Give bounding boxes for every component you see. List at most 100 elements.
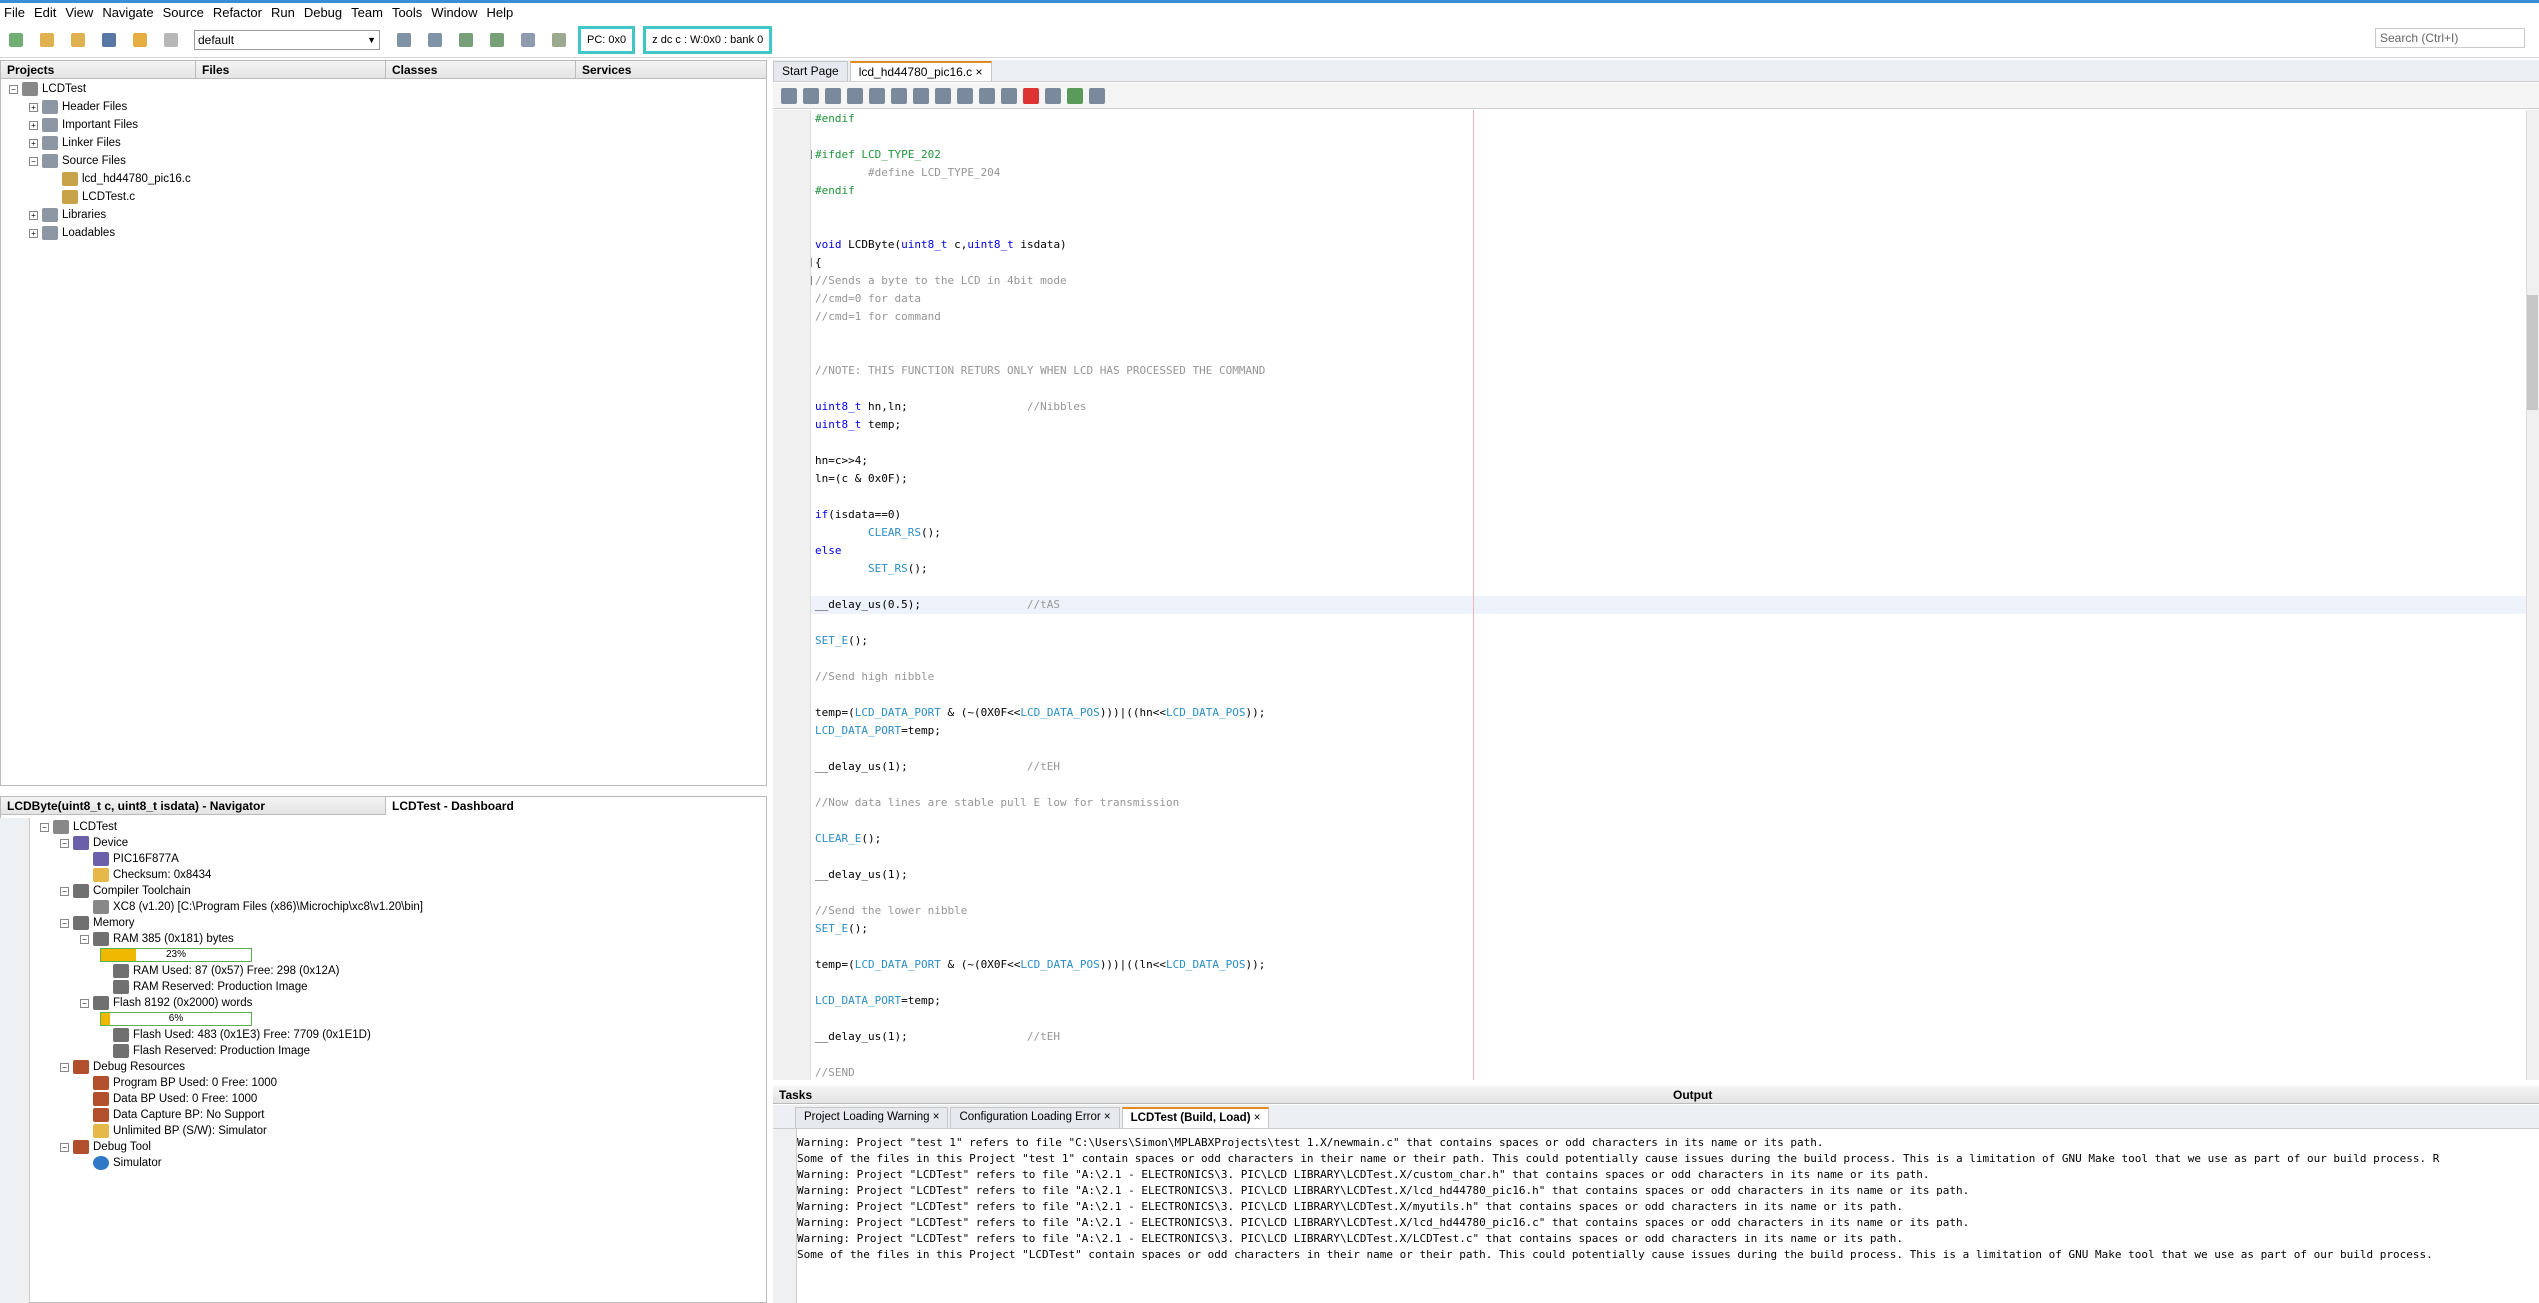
collapse-icon[interactable]: − bbox=[60, 1062, 69, 1072]
search-input[interactable]: Search (Ctrl+I) bbox=[2375, 28, 2525, 48]
code-line[interactable]: 77#endif bbox=[811, 182, 2526, 200]
output-tab[interactable]: Configuration Loading Error × bbox=[950, 1107, 1120, 1128]
output-title[interactable]: Output bbox=[1673, 1088, 1712, 1102]
find-icon[interactable] bbox=[869, 87, 885, 104]
output-tab[interactable]: Project Loading Warning × bbox=[795, 1107, 949, 1128]
fold-icon[interactable]: − bbox=[811, 258, 812, 267]
code-line[interactable]: 99 bbox=[811, 578, 2526, 596]
code-line[interactable]: 105 bbox=[811, 686, 2526, 704]
undo-icon[interactable] bbox=[128, 28, 152, 52]
save-all-icon[interactable] bbox=[97, 28, 121, 52]
code-line[interactable]: 110 bbox=[811, 776, 2526, 794]
comment-icon[interactable] bbox=[1067, 87, 1083, 104]
tab-files[interactable]: Files bbox=[196, 60, 386, 79]
new-project-icon[interactable] bbox=[35, 28, 59, 52]
code-line[interactable]: 92hn=c>>4; bbox=[811, 452, 2526, 470]
tab-lcd-source[interactable]: lcd_hd44780_pic16.c × bbox=[849, 61, 992, 81]
code-line[interactable]: 117//Send the lower nibble bbox=[811, 902, 2526, 920]
record-macro-icon[interactable] bbox=[1023, 87, 1039, 104]
tab-projects[interactable]: Projects bbox=[1, 60, 196, 79]
tree-node[interactable]: + Libraries bbox=[29, 206, 106, 224]
menu-refactor[interactable]: Refactor bbox=[213, 5, 262, 20]
code-line[interactable]: 120temp=(LCD_DATA_PORT & (~(0X0F<<LCD_DA… bbox=[811, 956, 2526, 974]
code-line[interactable]: 125 bbox=[811, 1046, 2526, 1064]
bookmark-icon[interactable] bbox=[957, 87, 973, 104]
code-line[interactable]: 114 bbox=[811, 848, 2526, 866]
find-prev-icon[interactable] bbox=[891, 87, 907, 104]
code-line[interactable]: 94 bbox=[811, 488, 2526, 506]
code-line[interactable]: 124__delay_us(1); //tEH bbox=[811, 1028, 2526, 1046]
editor-scrollbar[interactable] bbox=[2526, 110, 2539, 1080]
menu-view[interactable]: View bbox=[65, 5, 93, 20]
code-line[interactable]: 88 bbox=[811, 380, 2526, 398]
tab-navigator[interactable]: LCDByte(uint8_t c, uint8_t isdata) - Nav… bbox=[1, 796, 386, 815]
code-line[interactable]: 86 bbox=[811, 344, 2526, 362]
tab-start-page[interactable]: Start Page bbox=[773, 61, 848, 81]
close-icon[interactable]: × bbox=[1251, 1112, 1261, 1124]
code-line[interactable]: 90uint8_t temp; bbox=[811, 416, 2526, 434]
menu-edit[interactable]: Edit bbox=[34, 5, 56, 20]
tree-node[interactable]: + Header Files bbox=[29, 98, 127, 116]
expand-icon[interactable]: + bbox=[29, 102, 38, 112]
open-project-icon[interactable] bbox=[66, 28, 90, 52]
build-icon[interactable] bbox=[392, 28, 416, 52]
code-line[interactable]: 118SET_E(); bbox=[811, 920, 2526, 938]
code-line[interactable]: 102SET_E(); bbox=[811, 632, 2526, 650]
output-console[interactable]: Warning: Project "test 1" refers to file… bbox=[797, 1135, 2537, 1303]
tasks-title[interactable]: Tasks bbox=[779, 1088, 812, 1102]
code-line[interactable]: 85 bbox=[811, 326, 2526, 344]
tree-node[interactable]: lcd_hd44780_pic16.c bbox=[49, 170, 191, 188]
shift-left-icon[interactable] bbox=[979, 87, 995, 104]
find-next-icon[interactable] bbox=[913, 87, 929, 104]
code-line[interactable]: 84//cmd=1 for command bbox=[811, 308, 2526, 326]
menu-tools[interactable]: Tools bbox=[392, 5, 422, 20]
code-line[interactable]: 87//NOTE: THIS FUNCTION RETURS ONLY WHEN… bbox=[811, 362, 2526, 380]
menu-team[interactable]: Team bbox=[351, 5, 383, 20]
code-line[interactable]: 83//cmd=0 for data bbox=[811, 290, 2526, 308]
shift-right-icon[interactable] bbox=[1001, 87, 1017, 104]
expand-icon[interactable]: + bbox=[29, 210, 38, 220]
code-line[interactable]: 111//Now data lines are stable pull E lo… bbox=[811, 794, 2526, 812]
uncomment-icon[interactable] bbox=[1089, 87, 1105, 104]
collapse-icon[interactable]: − bbox=[60, 886, 69, 896]
code-editor[interactable]: 73#endif7475−#ifdef LCD_TYPE_20276 #defi… bbox=[811, 110, 2526, 1080]
stop-macro-icon[interactable] bbox=[1045, 87, 1061, 104]
tree-node[interactable]: + Important Files bbox=[29, 116, 138, 134]
menu-window[interactable]: Window bbox=[431, 5, 477, 20]
clean-build-icon[interactable] bbox=[423, 28, 447, 52]
tree-node[interactable]: LCDTest.c bbox=[49, 188, 135, 206]
code-line[interactable]: 80void LCDByte(uint8_t c,uint8_t isdata) bbox=[811, 236, 2526, 254]
expand-icon[interactable]: + bbox=[29, 228, 38, 238]
hold-reset-icon[interactable] bbox=[516, 28, 540, 52]
code-line[interactable]: 103 bbox=[811, 650, 2526, 668]
configuration-select[interactable]: default ▼ bbox=[194, 29, 380, 50]
collapse-icon[interactable]: − bbox=[60, 838, 69, 848]
code-line[interactable]: 123 bbox=[811, 1010, 2526, 1028]
code-line[interactable]: 75−#ifdef LCD_TYPE_202 bbox=[811, 146, 2526, 164]
code-line[interactable]: 112 bbox=[811, 812, 2526, 830]
code-line[interactable]: 107LCD_DATA_PORT=temp; bbox=[811, 722, 2526, 740]
code-line[interactable]: 113CLEAR_E(); bbox=[811, 830, 2526, 848]
editor-scrollbar-thumb[interactable] bbox=[2527, 295, 2538, 410]
code-line[interactable]: 126//SEND bbox=[811, 1064, 2526, 1080]
code-line[interactable]: 122LCD_DATA_PORT=temp; bbox=[811, 992, 2526, 1010]
menu-file[interactable]: File bbox=[4, 5, 25, 20]
expand-icon[interactable]: + bbox=[29, 138, 38, 148]
expand-icon[interactable]: + bbox=[29, 120, 38, 130]
code-line[interactable]: 119 bbox=[811, 938, 2526, 956]
tab-services[interactable]: Services bbox=[576, 61, 766, 79]
code-line[interactable]: 89uint8_t hn,ln; //Nibbles bbox=[811, 398, 2526, 416]
code-line[interactable]: 97else bbox=[811, 542, 2526, 560]
collapse-icon[interactable]: − bbox=[29, 156, 38, 166]
fold-icon[interactable]: − bbox=[811, 150, 812, 159]
collapse-icon[interactable]: − bbox=[40, 822, 49, 832]
menu-source[interactable]: Source bbox=[163, 5, 204, 20]
close-icon[interactable]: × bbox=[975, 65, 982, 79]
redo-icon[interactable] bbox=[159, 28, 183, 52]
menu-run[interactable]: Run bbox=[271, 5, 295, 20]
code-line[interactable]: 74 bbox=[811, 128, 2526, 146]
code-line[interactable]: 100__delay_us(0.5); //tAS bbox=[811, 596, 2526, 614]
menu-navigate[interactable]: Navigate bbox=[102, 5, 153, 20]
collapse-icon[interactable]: − bbox=[60, 1142, 69, 1152]
code-line[interactable]: 93ln=(c & 0x0F); bbox=[811, 470, 2526, 488]
